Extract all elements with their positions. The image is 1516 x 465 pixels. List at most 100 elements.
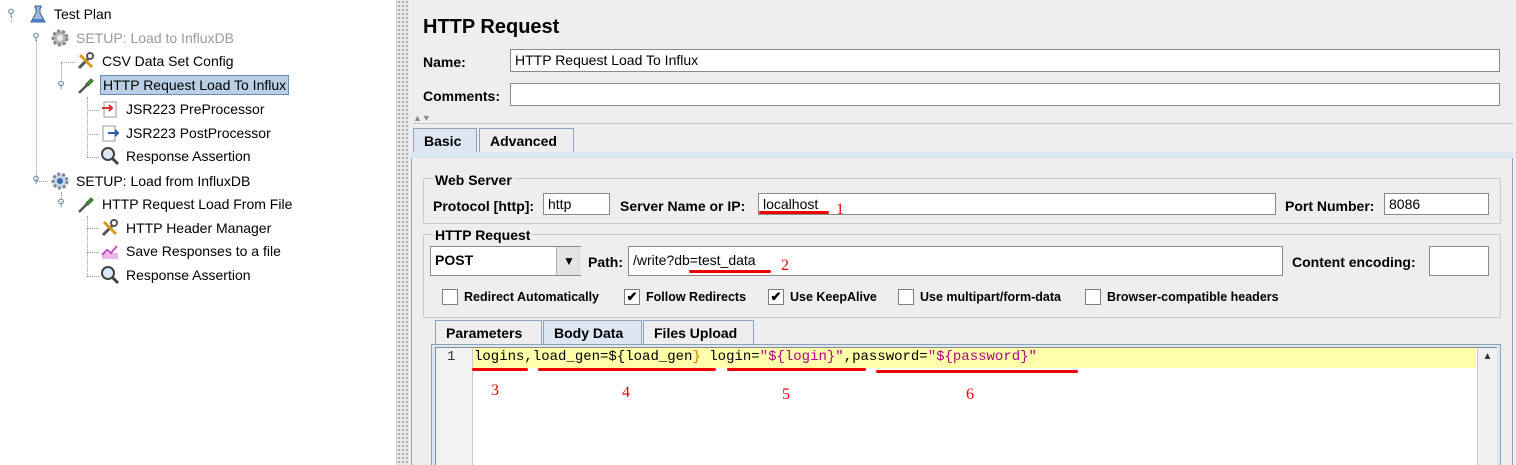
checkbox-label: Follow Redirects [646,290,747,304]
annotation-underline [759,211,829,214]
tree-item-label: CSV Data Set Config [102,53,234,69]
tree-item-label: SETUP: Load to InfluxDB [76,30,234,46]
annotation-underline [689,270,771,273]
tree-item-jsr223-postprocessor[interactable]: JSR223 PostProcessor [100,122,273,144]
check-icon: ✔ [768,289,784,305]
code-token: "${login}" [759,349,844,365]
tree-item-label: JSR223 PreProcessor [126,101,265,117]
server-name-label: Server Name or IP: [620,198,746,214]
tree-item-label: Response Assertion [126,148,251,164]
magnifier-icon [100,146,120,166]
wrench-icon [100,218,120,238]
path-label: Path: [588,254,623,270]
protocol-field[interactable]: http [543,193,610,215]
http-request-editor: HTTP Request Name: HTTP Request Load To … [409,0,1516,465]
tab-basic[interactable]: Basic [413,128,477,152]
annotation-number: 5 [782,386,790,403]
tree-item-http-request-load-to-influx[interactable]: HTTP Request Load To Influx [76,74,290,96]
page-title: HTTP Request [423,16,560,38]
flask-icon [28,4,48,24]
tree-item-label: Save Responses to a file [126,243,281,259]
name-label: Name: [423,54,466,70]
pipette-icon [76,194,96,214]
browser-compatible-headers-checkbox[interactable]: Browser-compatible headers [1085,289,1279,305]
chevron-down-icon[interactable]: ▼ [556,247,581,275]
scroll-up-icon[interactable]: ▲ [1478,351,1497,362]
code-token: "${password}" [927,349,1037,365]
tree-item-setup-load-from-influxdb[interactable]: SETUP: Load from InfluxDB [50,170,252,192]
tree-item-label: HTTP Request Load To Influx [100,75,290,95]
chart-icon [100,241,120,261]
tab-advanced[interactable]: Advanced [479,128,574,152]
checkbox-box [442,289,458,305]
tree-item-label: JSR223 PostProcessor [126,125,271,141]
annotation-number: 3 [491,382,499,399]
annotation-underline [472,368,528,371]
annotation-number: 2 [781,257,789,274]
line-number-gutter [436,348,473,465]
tab-body-data[interactable]: Body Data [543,320,642,344]
expand-toggle-icon[interactable]: ⚲ [55,198,67,210]
code-token: load_gen [625,349,693,365]
tree-item-label: Response Assertion [126,267,251,283]
http-request-legend: HTTP Request [433,227,533,243]
protocol-label: Protocol [http]: [433,198,535,214]
redirect-automatically-checkbox[interactable]: Redirect Automatically [442,289,599,305]
preprocessor-icon [100,99,120,119]
use-keepalive-checkbox[interactable]: ✔ Use KeepAlive [768,289,877,305]
postprocessor-icon [100,123,120,143]
content-encoding-field[interactable] [1429,246,1489,276]
body-data-line: logins,load_gen=${load_gen} login="${log… [474,349,1037,365]
expand-toggle-icon[interactable]: ⚲ [55,80,67,92]
tab-files-upload[interactable]: Files Upload [643,320,754,344]
tree-item-setup-load-to-influxdb[interactable]: SETUP: Load to InfluxDB [50,27,236,49]
line-number: 1 [447,349,456,365]
expand-toggle-icon[interactable]: ⚲ [30,32,42,44]
port-label: Port Number: [1285,198,1375,214]
tree-item-label: Test Plan [54,6,112,22]
use-multipart-checkbox[interactable]: Use multipart/form-data [898,289,1061,305]
tree-item-response-assertion[interactable]: Response Assertion [100,145,253,167]
tree-item-http-header-manager[interactable]: HTTP Header Manager [100,217,273,239]
tree-item-csv-data-set-config[interactable]: CSV Data Set Config [76,50,236,72]
gear-icon [50,28,70,48]
tree-item-jsr223-preprocessor[interactable]: JSR223 PreProcessor [100,98,267,120]
tree-item-label: SETUP: Load from InfluxDB [76,173,251,189]
comments-label: Comments: [423,88,501,104]
annotation-number: 4 [622,384,630,401]
content-encoding-label: Content encoding: [1292,254,1416,270]
annotation-underline [538,368,716,371]
tree-item-label: HTTP Request Load From File [102,196,293,212]
tree-item-label: HTTP Header Manager [126,220,272,236]
expand-toggle-icon[interactable]: ⚲ [30,175,42,187]
code-token: logins,load_gen= [474,349,609,365]
annotation-underline [727,368,866,371]
magnifier-icon [100,265,120,285]
check-icon: ✔ [624,289,640,305]
annotation-number: 6 [966,386,974,403]
comments-field[interactable] [510,83,1500,106]
checkbox-label: Browser-compatible headers [1107,290,1279,304]
method-value: POST [435,252,474,268]
code-token: login= [700,349,760,365]
port-field[interactable]: 8086 [1384,193,1489,215]
code-token: } [692,349,701,365]
expand-toggle-icon[interactable]: ⚲ [5,8,17,20]
tree-item-http-request-load-from-file[interactable]: HTTP Request Load From File [76,193,294,215]
tree-item-response-assertion[interactable]: Response Assertion [100,264,253,286]
name-field[interactable]: HTTP Request Load To Influx [510,49,1500,72]
panel-splitter[interactable] [396,0,410,465]
tree-item-save-responses-to-a-file[interactable]: Save Responses to a file [100,240,283,262]
follow-redirects-checkbox[interactable]: ✔ Follow Redirects [624,289,746,305]
checkbox-label: Redirect Automatically [464,290,599,304]
pipette-icon [76,75,96,95]
tab-parameters[interactable]: Parameters [435,320,542,344]
checkbox-label: Use multipart/form-data [920,290,1061,304]
test-plan-tree: ⚲ ⚲ ⚲ ⚲ ⚲ Test Plan SETUP: Load to Influ… [0,0,396,465]
code-token: ,password= [843,349,928,365]
tree-item-test-plan[interactable]: Test Plan [28,3,114,25]
web-server-legend: Web Server [433,172,514,188]
vertical-scrollbar[interactable]: ▲ [1477,348,1497,465]
collapse-divider[interactable]: ▲▼ [413,113,1513,124]
checkbox-box [898,289,914,305]
